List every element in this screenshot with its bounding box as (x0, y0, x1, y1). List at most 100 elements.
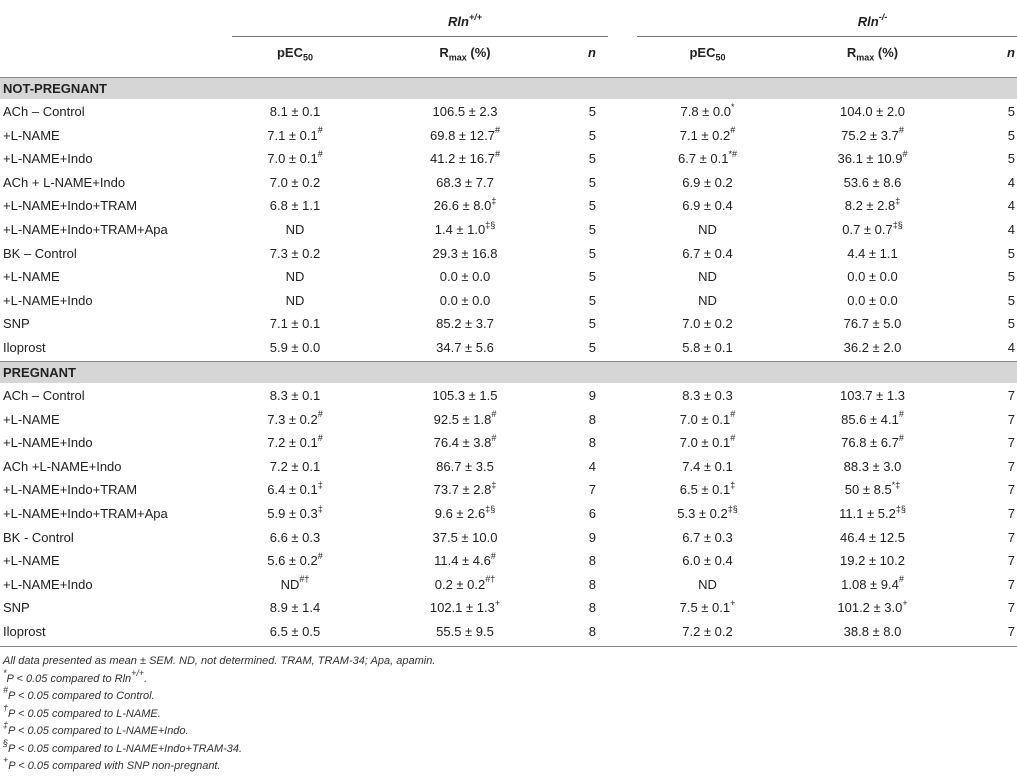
group-underline-wildtype (232, 36, 608, 37)
table-row: BK - Control 6.6 ± 0.3 37.5 ± 10.0 9 6.7 ± 0… (0, 526, 1017, 549)
table-cell: 6.6 ± 0.3 (269, 529, 321, 545)
col-n-ko: n (1007, 45, 1015, 60)
table-cell: 7.1 ± 0.2# (679, 125, 736, 143)
footnote: †P < 0.05 compared to L-NAME. (3, 702, 161, 720)
table-cell: 4 (1007, 340, 1015, 355)
table-bottom-rule (0, 646, 1017, 647)
row-label: +L-NAME+Indo+TRAM (3, 198, 138, 214)
table-cell: 7.0 ± 0.1# (679, 432, 736, 451)
table-row: Iloprost 5.9 ± 0.0 34.7 ± 5.6 5 5.8 ± 0.1 36.… (0, 336, 1017, 359)
column-header-row: pEC50 Rmax (%) n pEC50 Rmax (%) n (0, 41, 1017, 64)
table-cell: ND (285, 292, 305, 308)
table-cell: 7 (1007, 624, 1015, 639)
table-cell: 106.5 ± 2.3 (432, 104, 498, 119)
table-cell: 37.5 ± 10.0 (432, 529, 498, 545)
table-cell: 7.3 ± 0.2# (267, 409, 323, 427)
table-cell: 5 (588, 104, 596, 119)
table-cell: ND (698, 222, 717, 237)
table-row: ACh – Control 8.1 ± 0.1 106.5 ± 2.3 5 7.8 ± … (0, 100, 1017, 123)
footnote: +P < 0.05 compared with SNP non-pregnant… (3, 755, 221, 772)
table-cell: 85.6 ± 4.1# (841, 409, 904, 427)
table-cell: 6.7 ± 0.1*# (677, 148, 738, 167)
table-cell: 68.3 ± 7.7 (436, 174, 494, 190)
col-pec50-ko: pEC50 (689, 45, 726, 63)
table-cell: 5.9 ± 0.0 (269, 340, 321, 355)
table-cell: 5 (1007, 269, 1015, 285)
table-cell: 85.2 ± 3.7 (436, 316, 494, 332)
table-cell: 5 (588, 292, 596, 308)
table-cell: 7 (1007, 529, 1015, 545)
table-cell: 50 ± 8.5*‡ (844, 480, 901, 498)
table-row: ACh + L-NAME+Indo 7.0 ± 0.2 68.3 ± 7.7 5 6.9… (0, 171, 1017, 194)
row-label: +L-NAME+Indo+TRAM (3, 482, 138, 498)
table-row: +L-NAME+Indo+TRAM+Apa ND 1.4 ± 1.0‡§ 5 ND 0.7… (0, 218, 1017, 241)
section-header: NOT-PREGNANT (0, 77, 1017, 99)
table-cell: 5.9 ± 0.3‡ (267, 503, 323, 521)
table-cell: 5 (588, 269, 596, 285)
table-cell: 7 (1007, 411, 1015, 427)
table-row: BK – Control 7.3 ± 0.2 29.3 ± 16.8 5 6.7 ± 0… (0, 242, 1017, 265)
table-cell: 1.08 ± 9.4# (841, 574, 904, 592)
table-cell: 5.6 ± 0.2# (267, 550, 323, 569)
table-row: Iloprost 6.5 ± 0.5 55.5 ± 9.5 8 7.2 ± 0.2 38.… (0, 620, 1017, 643)
table-cell: 7.2 ± 0.1# (267, 432, 323, 451)
row-label: BK – Control (3, 245, 77, 261)
footnote: *P < 0.05 compared to Rln+/+. (3, 667, 148, 685)
table-row: +L-NAME+Indo+TRAM 6.4 ± 0.1‡ 73.7 ± 2.8‡ 7 6… (0, 478, 1017, 501)
table-cell: 69.8 ± 12.7# (430, 125, 500, 143)
table-cell: 0.0 ± 0.0 (439, 292, 491, 308)
group-underline-knockout (637, 36, 1017, 37)
col-n: n (588, 45, 596, 60)
table-cell: 55.5 ± 9.5 (436, 624, 494, 639)
table-cell: 7 (1007, 388, 1015, 403)
table-cell: 6.0 ± 0.4 (682, 553, 733, 569)
table-cell: 88.3 ± 3.0 (843, 458, 902, 474)
table-cell: 7.0 ± 0.1# (679, 409, 736, 427)
table-cell: 76.8 ± 6.7# (841, 432, 904, 451)
table-cell: 6.4 ± 0.1‡ (267, 480, 323, 498)
table-cell: 34.7 ± 5.6 (436, 340, 494, 355)
table-cell: 7 (1007, 482, 1015, 498)
row-label: +L-NAME+Indo+TRAM+Apa (3, 506, 168, 521)
table-cell: 75.2 ± 3.7# (841, 125, 904, 143)
col-pec50: pEC50 (276, 45, 313, 63)
table-cell: 6.9 ± 0.4 (682, 198, 733, 214)
table-cell: 7.1 ± 0.1 (269, 316, 321, 332)
table-cell: 7.2 ± 0.2 (682, 624, 733, 639)
row-label: ACh + L-NAME+Indo (3, 174, 126, 190)
row-label: +L-NAME (3, 269, 60, 285)
table-row: SNP 8.9 ± 1.4 102.1 ± 1.3+ 8 7.5 ± 0.1+ 101.2… (0, 596, 1017, 619)
table-cell: 4 (1007, 198, 1015, 214)
table-row: +L-NAME ND 0.0 ± 0.0 5 ND 0.0 ± 0.0 5 (0, 265, 1017, 288)
table-cell: 9 (588, 388, 596, 403)
table-row: SNP 7.1 ± 0.1 85.2 ± 3.7 5 7.0 ± 0.2 76.7 ± 5… (0, 312, 1017, 335)
row-label: +L-NAME+Indo (3, 151, 93, 167)
table-cell: 7 (588, 482, 596, 498)
table-row: +L-NAME 7.1 ± 0.1# 69.8 ± 12.7# 5 7.1 ± 0.2#… (0, 124, 1017, 147)
table-cell: 4 (1007, 222, 1015, 237)
row-label: +L-NAME (3, 411, 60, 427)
table-row: +L-NAME+Indo ND#† 0.2 ± 0.2#† 8 ND 1.08 ± 9.4… (0, 573, 1017, 596)
table-cell: 0.0 ± 0.0 (847, 292, 898, 308)
table-cell: 5 (588, 151, 596, 167)
row-label: +L-NAME+Indo (3, 292, 93, 308)
row-label: +L-NAME+Indo (3, 576, 93, 592)
table-cell: 7.8 ± 0.0* (680, 101, 735, 119)
row-label: SNP (3, 600, 30, 616)
row-label: BK - Control (3, 529, 74, 545)
table-cell: 8 (588, 576, 596, 592)
table-cell: 4.4 ± 1.1 (847, 245, 898, 261)
table-cell: 8.3 ± 0.1 (269, 388, 321, 403)
table-row: ACh +L-NAME+Indo 7.2 ± 0.1 86.7 ± 3.5 4 7.4 … (0, 455, 1017, 478)
table-cell: 5 (1007, 104, 1015, 119)
table-cell: 5 (588, 198, 596, 214)
table-cell: 4 (1007, 174, 1015, 190)
table-cell: 1.4 ± 1.0‡§ (434, 219, 496, 237)
table-cell: 46.4 ± 12.5 (840, 529, 905, 545)
table-cell: 19.2 ± 10.2 (840, 553, 905, 569)
table-cell: 5 (1007, 245, 1015, 261)
table-cell: 5 (588, 340, 596, 355)
section-header: PREGNANT (0, 361, 1017, 383)
footnote: §P < 0.05 compared to L-NAME+Indo+TRAM-3… (3, 737, 243, 755)
table-cell: 5 (1007, 292, 1015, 308)
